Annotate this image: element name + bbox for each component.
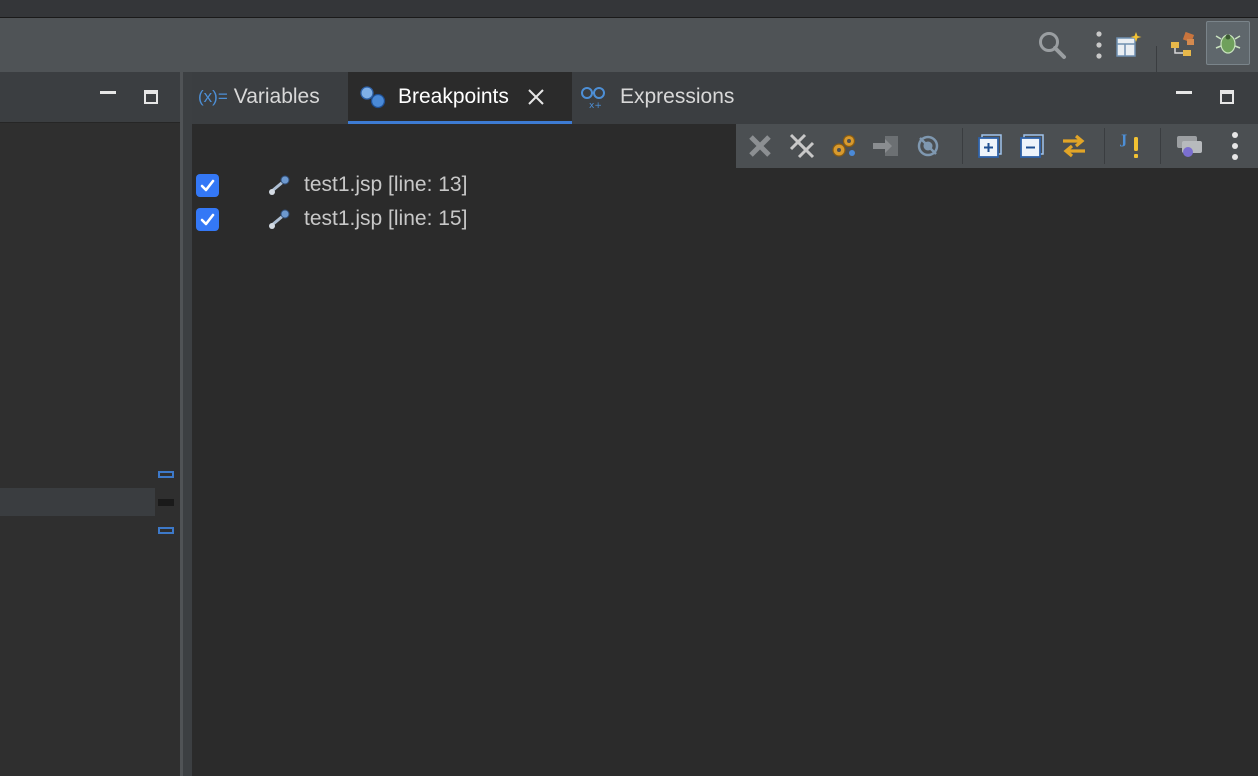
collapse-all-icon[interactable] bbox=[1016, 130, 1048, 162]
tab-breakpoints[interactable]: Breakpoints bbox=[348, 72, 572, 124]
import-export-icon[interactable] bbox=[1172, 130, 1208, 162]
expand-all-icon[interactable] bbox=[974, 130, 1006, 162]
main-toolbar bbox=[0, 18, 1258, 82]
close-icon[interactable] bbox=[527, 88, 545, 106]
search-icon[interactable] bbox=[1034, 28, 1070, 62]
left-view-header bbox=[0, 72, 180, 123]
tab-expressions[interactable]: x+ Expressions bbox=[578, 72, 758, 122]
maximize-icon[interactable] bbox=[144, 90, 158, 104]
minimize-icon[interactable] bbox=[1176, 91, 1192, 94]
breakpoints-toolbar: J bbox=[736, 124, 1258, 168]
link-with-debug-view-icon[interactable] bbox=[1058, 130, 1090, 162]
overview-ruler-marker[interactable] bbox=[158, 499, 174, 506]
breakpoint-label: test1.jsp [line: 13] bbox=[304, 173, 468, 196]
go-to-file-icon[interactable] bbox=[870, 130, 902, 162]
panel-splitter[interactable] bbox=[180, 72, 192, 776]
add-exception-breakpoint-icon[interactable]: J bbox=[1116, 130, 1148, 162]
java-ee-perspective-icon[interactable] bbox=[1166, 28, 1200, 62]
more-vertical-icon[interactable] bbox=[1088, 28, 1110, 62]
tab-expressions-label: Expressions bbox=[620, 85, 735, 108]
expressions-icon: x+ bbox=[578, 84, 610, 110]
maximize-icon[interactable] bbox=[1220, 90, 1234, 104]
minimize-icon[interactable] bbox=[100, 91, 116, 94]
skip-all-icon[interactable] bbox=[912, 130, 944, 162]
list-item[interactable]: test1.jsp [line: 13] bbox=[192, 168, 1258, 202]
overview-ruler-marker[interactable] bbox=[158, 471, 174, 478]
debug-perspective-icon[interactable] bbox=[1206, 21, 1250, 65]
breakpoints-view-panel: (x)= Variables Breakpoints x+ Expression… bbox=[192, 72, 1258, 776]
remove-all-icon[interactable] bbox=[786, 130, 818, 162]
show-supported-icon[interactable] bbox=[828, 130, 860, 162]
jsp-breakpoint-icon bbox=[266, 207, 292, 231]
tab-variables-label: Variables bbox=[233, 85, 320, 108]
tab-variables[interactable]: (x)= Variables bbox=[198, 72, 348, 122]
breakpoints-icon bbox=[358, 84, 388, 110]
jsp-breakpoint-icon bbox=[266, 173, 292, 197]
breakpoint-enabled-checkbox[interactable] bbox=[196, 173, 219, 197]
highlighted-row bbox=[0, 488, 155, 516]
tab-breakpoints-label: Breakpoints bbox=[398, 84, 509, 108]
left-view-panel bbox=[0, 72, 180, 776]
breakpoint-enabled-checkbox[interactable] bbox=[196, 207, 219, 231]
variables-icon: (x)= bbox=[198, 87, 228, 106]
view-tab-bar: (x)= Variables Breakpoints x+ Expression… bbox=[192, 72, 1258, 124]
overview-ruler-marker[interactable] bbox=[158, 527, 174, 534]
svg-text:J: J bbox=[1120, 133, 1127, 148]
list-item[interactable]: test1.jsp [line: 15] bbox=[192, 202, 1258, 236]
remove-selected-icon[interactable] bbox=[744, 130, 776, 162]
view-menu-icon[interactable] bbox=[1222, 130, 1248, 162]
svg-text:x+: x+ bbox=[589, 101, 602, 110]
breakpoint-label: test1.jsp [line: 15] bbox=[304, 207, 468, 230]
open-perspective-icon[interactable] bbox=[1112, 28, 1144, 62]
window-title-strip bbox=[0, 0, 1258, 18]
